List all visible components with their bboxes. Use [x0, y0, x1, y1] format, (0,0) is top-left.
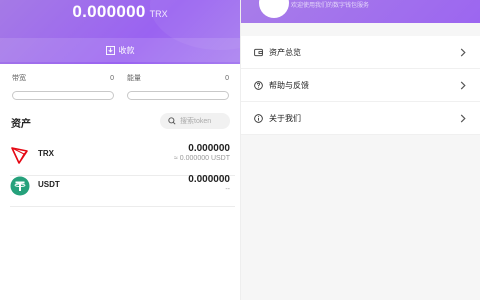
chevron-right-icon	[460, 113, 466, 123]
bandwidth-value: 0	[110, 75, 114, 82]
balance-value: 0.000000	[72, 2, 146, 21]
energy-meter: 能量 0	[127, 74, 229, 100]
token-row-trx[interactable]: TRX 0.000000 ≈ 0.000000 USDT	[10, 141, 235, 176]
app-screenshot: 0.000000 TRX 收款 带宽 0 能量 0 资产 搜索token TRX…	[0, 0, 480, 300]
menu-item-help-feedback[interactable]: 帮助与反馈	[241, 69, 480, 102]
token-amount: 0.000000	[188, 174, 230, 185]
token-symbol: USDT	[38, 180, 60, 189]
menu-item-label: 帮助与反馈	[269, 80, 309, 90]
chevron-right-icon	[460, 80, 466, 90]
token-fiat-value: --	[225, 186, 230, 193]
bandwidth-meter: 带宽 0	[12, 74, 114, 100]
chevron-right-icon	[460, 47, 466, 57]
balance-unit: TRX	[149, 9, 168, 19]
energy-bar	[127, 91, 229, 100]
avatar[interactable]	[259, 0, 289, 18]
receive-button[interactable]: 收款	[0, 38, 240, 62]
search-icon	[168, 117, 176, 125]
energy-value: 0	[225, 75, 229, 82]
tron-logo-icon	[11, 147, 28, 164]
help-icon	[254, 80, 263, 90]
bandwidth-bar	[12, 91, 114, 100]
token-fiat-value: ≈ 0.000000 USDT	[174, 155, 230, 162]
token-row-usdt[interactable]: USDT 0.000000 --	[10, 172, 235, 207]
balance-display: 0.000000 TRX	[0, 2, 240, 22]
token-amount: 0.000000	[188, 143, 230, 154]
wallet-icon	[254, 48, 263, 56]
menu-item-asset-overview[interactable]: 资产总览	[241, 36, 480, 69]
wallet-home-panel: 0.000000 TRX 收款 带宽 0 能量 0 资产 搜索token TRX…	[0, 0, 240, 300]
receive-icon	[105, 45, 115, 55]
menu-item-label: 关于我们	[269, 113, 301, 123]
resource-meters: 带宽 0 能量 0	[0, 74, 240, 104]
search-placeholder: 搜索token	[180, 118, 212, 125]
menu-item-label: 资产总览	[269, 47, 301, 57]
token-symbol: TRX	[38, 149, 54, 158]
profile-subtitle: 欢迎使用我们的数字钱包服务	[291, 3, 370, 9]
settings-menu: 资产总览 帮助与反馈 关于我们	[241, 36, 480, 135]
assets-title: 资产	[11, 119, 31, 130]
info-icon	[254, 113, 263, 123]
bandwidth-label: 带宽	[12, 75, 26, 82]
balance-header: 0.000000 TRX 收款	[0, 0, 240, 64]
token-search-input[interactable]: 搜索token	[160, 113, 230, 129]
receive-label: 收款	[118, 45, 135, 55]
tether-logo-icon	[10, 176, 30, 196]
assets-header: 资产 搜索token	[0, 110, 240, 132]
energy-label: 能量	[127, 75, 141, 82]
profile-header: 欢迎使用我们的数字钱包服务	[241, 0, 480, 23]
menu-item-about-us[interactable]: 关于我们	[241, 102, 480, 135]
profile-panel: 欢迎使用我们的数字钱包服务 资产总览 帮助与反馈 关于我们	[241, 0, 480, 300]
